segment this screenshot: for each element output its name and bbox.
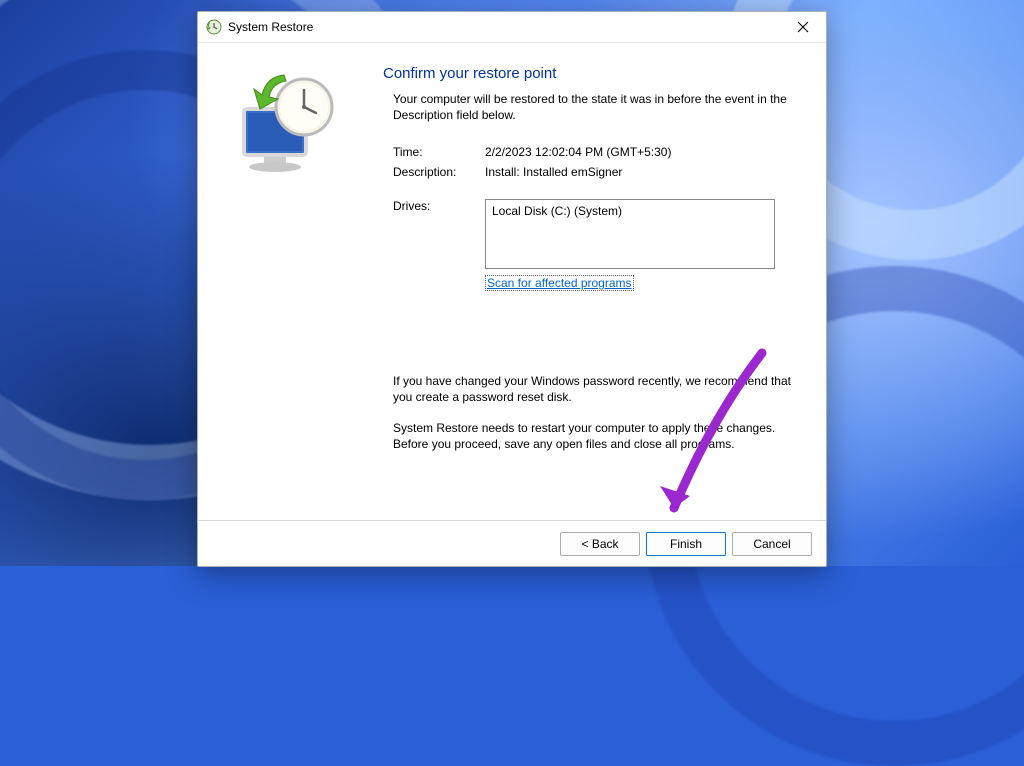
time-label: Time:	[393, 145, 485, 159]
description-value: Install: Installed emSigner	[485, 165, 796, 179]
close-button[interactable]	[780, 12, 826, 42]
dialog-body: Confirm your restore point Your computer…	[198, 42, 826, 520]
system-restore-icon	[206, 19, 222, 35]
drives-label: Drives:	[393, 199, 485, 269]
drives-row: Drives: Local Disk (C:) (System)	[383, 199, 796, 269]
titlebar: System Restore	[198, 12, 826, 42]
cancel-button[interactable]: Cancel	[732, 532, 812, 556]
scan-affected-programs-link[interactable]: Scan for affected programs	[485, 275, 634, 291]
drive-item: Local Disk (C:) (System)	[492, 204, 622, 218]
page-heading: Confirm your restore point	[383, 65, 796, 82]
close-icon	[797, 21, 809, 33]
time-value: 2/2/2023 12:02:04 PM (GMT+5:30)	[485, 145, 796, 159]
finish-button[interactable]: Finish	[646, 532, 726, 556]
notes-section: If you have changed your Windows passwor…	[383, 373, 796, 452]
intro-text: Your computer will be restored to the st…	[383, 92, 796, 123]
password-note: If you have changed your Windows passwor…	[393, 373, 796, 405]
time-row: Time: 2/2/2023 12:02:04 PM (GMT+5:30)	[383, 145, 796, 159]
description-row: Description: Install: Installed emSigner	[383, 165, 796, 179]
system-restore-dialog: System Restore	[197, 11, 827, 567]
main-content: Confirm your restore point Your computer…	[373, 43, 826, 520]
restart-note: System Restore needs to restart your com…	[393, 420, 796, 452]
drives-listbox[interactable]: Local Disk (C:) (System)	[485, 199, 775, 269]
dialog-footer: < Back Finish Cancel	[198, 520, 826, 566]
restore-graphic-icon	[226, 65, 346, 185]
window-title: System Restore	[228, 20, 313, 34]
left-pane	[198, 43, 373, 520]
back-button[interactable]: < Back	[560, 532, 640, 556]
description-label: Description:	[393, 165, 485, 179]
